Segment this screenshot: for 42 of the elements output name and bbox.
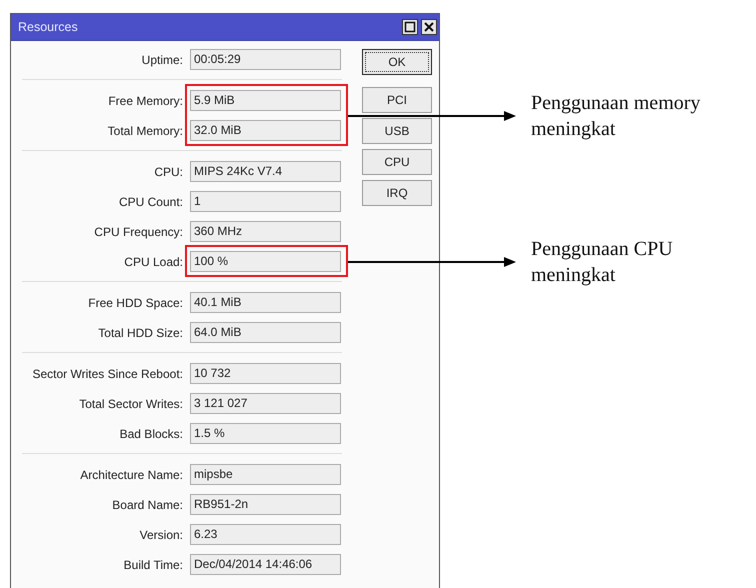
field-label: Architecture Name: (79, 468, 183, 482)
value-field: Dec/04/2014 14:46:06 (190, 554, 341, 575)
value-field: 3 121 027 (190, 393, 341, 414)
value-field: MIPS 24Kc V7.4 (190, 161, 341, 182)
callout-text: Penggunaan CPU meningkat (531, 236, 674, 288)
dialog-button[interactable]: CPU (362, 149, 432, 175)
value-field: 00:05:29 (190, 49, 341, 70)
dialog-button[interactable]: OK (362, 49, 432, 75)
field-label: Board Name: (111, 498, 183, 512)
field-label: Total Sector Writes: (78, 396, 183, 410)
field-label: Uptime: (140, 52, 183, 66)
maximize-icon[interactable] (402, 19, 418, 35)
value-field: 32.0 MiB (190, 120, 341, 141)
callout-text: Penggunaan memory meningkat (531, 90, 702, 142)
value-field: RB951-2n (190, 494, 341, 515)
dialog-button[interactable]: USB (362, 118, 432, 144)
value-field: 64.0 MiB (190, 322, 341, 343)
field-label: Free HDD Space: (87, 296, 183, 310)
field-label: Free Memory: (107, 94, 183, 108)
value-field: 100 % (190, 251, 341, 272)
value-field: 5.9 MiB (190, 90, 341, 111)
field-label: CPU: (153, 164, 183, 178)
field-label: Bad Blocks: (118, 426, 183, 440)
field-label: CPU Frequency: (93, 224, 183, 238)
field-label: Total HDD Size: (97, 326, 183, 340)
value-field: 6.23 (190, 524, 341, 545)
field-label: Version: (138, 528, 183, 542)
field-label: CPU Count: (118, 194, 183, 208)
value-field: 40.1 MiB (190, 292, 341, 313)
dialog-button[interactable]: PCI (362, 87, 432, 113)
value-field: mipsbe (190, 464, 341, 485)
field-label: Sector Writes Since Reboot: (31, 366, 183, 380)
value-field: 360 MHz (190, 221, 341, 242)
value-field: 1.5 % (190, 423, 341, 444)
value-field: 1 (190, 191, 341, 212)
field-label: Build Time: (122, 558, 183, 572)
value-field: 10 732 (190, 363, 341, 384)
dialog-button[interactable]: IRQ (362, 180, 432, 206)
close-icon[interactable] (421, 19, 437, 35)
field-label: CPU Load: (123, 254, 183, 268)
window-title: Resources (18, 20, 79, 34)
field-label: Total Memory: (106, 124, 183, 138)
